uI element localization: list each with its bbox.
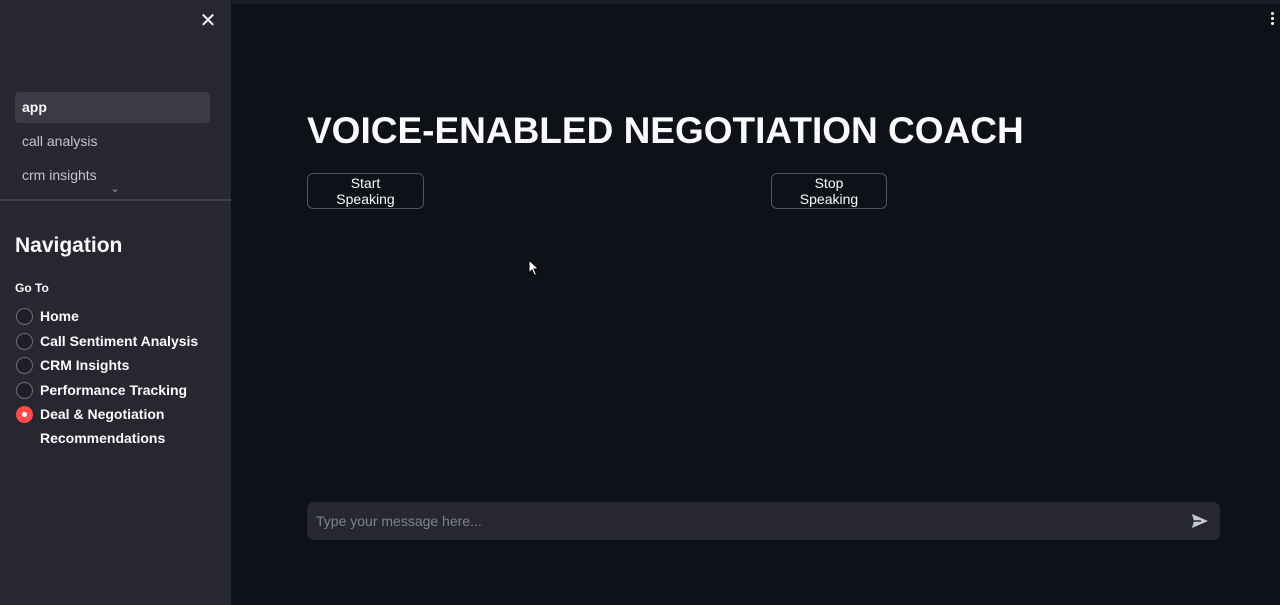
mouse-cursor-icon bbox=[528, 259, 540, 277]
start-speaking-button[interactable]: Start Speaking bbox=[307, 173, 424, 209]
radio-option-label: Deal & Negotiation Recommendations bbox=[40, 406, 166, 446]
radio-button[interactable] bbox=[16, 357, 33, 374]
radio-option-call-sentiment-analysis[interactable]: Call Sentiment Analysis bbox=[15, 329, 225, 353]
radio-option-label: Performance Tracking bbox=[40, 381, 188, 398]
chevron-down-icon[interactable]: ⌄ bbox=[109, 183, 121, 195]
sidebar-divider bbox=[0, 199, 231, 201]
navigation-heading: Navigation bbox=[15, 234, 123, 257]
kebab-menu-icon[interactable] bbox=[1268, 12, 1276, 28]
radio-group-label: Go To bbox=[15, 281, 49, 295]
radio-option-performance-tracking[interactable]: Performance Tracking bbox=[15, 378, 225, 402]
close-icon[interactable]: ✕ bbox=[198, 10, 218, 32]
radio-option-label: CRM Insights bbox=[40, 357, 130, 373]
chat-input-container bbox=[307, 502, 1220, 540]
page-title: VOICE-ENABLED NEGOTIATION COACH bbox=[307, 110, 1024, 151]
page-item-app[interactable]: app bbox=[15, 92, 210, 123]
radio-button[interactable] bbox=[16, 381, 33, 399]
stop-speaking-button[interactable]: Stop Speaking bbox=[771, 173, 887, 209]
radio-button[interactable] bbox=[16, 308, 33, 325]
radio-option-home[interactable]: Home bbox=[15, 304, 225, 328]
send-icon[interactable] bbox=[1190, 511, 1210, 531]
radio-option-label: Home bbox=[40, 308, 79, 324]
radio-button-selected[interactable] bbox=[16, 406, 33, 423]
page-navigation: app call analysis crm insights bbox=[15, 92, 210, 194]
radio-option-crm-insights[interactable]: CRM Insights bbox=[15, 353, 225, 377]
header-bar bbox=[231, 0, 1280, 4]
chat-input[interactable] bbox=[307, 502, 1177, 540]
radio-option-deal-negotiation[interactable]: Deal & Negotiation Recommendations bbox=[15, 402, 225, 450]
navigation-radio-group: Home Call Sentiment Analysis CRM Insight… bbox=[15, 304, 225, 451]
radio-button[interactable] bbox=[16, 332, 33, 350]
sidebar: ✕ app call analysis crm insights ⌄ Navig… bbox=[0, 0, 231, 605]
main-content: VOICE-ENABLED NEGOTIATION COACH Start Sp… bbox=[231, 0, 1280, 605]
page-item-call-analysis[interactable]: call analysis bbox=[15, 126, 210, 157]
radio-option-label: Call Sentiment Analysis bbox=[40, 332, 199, 349]
